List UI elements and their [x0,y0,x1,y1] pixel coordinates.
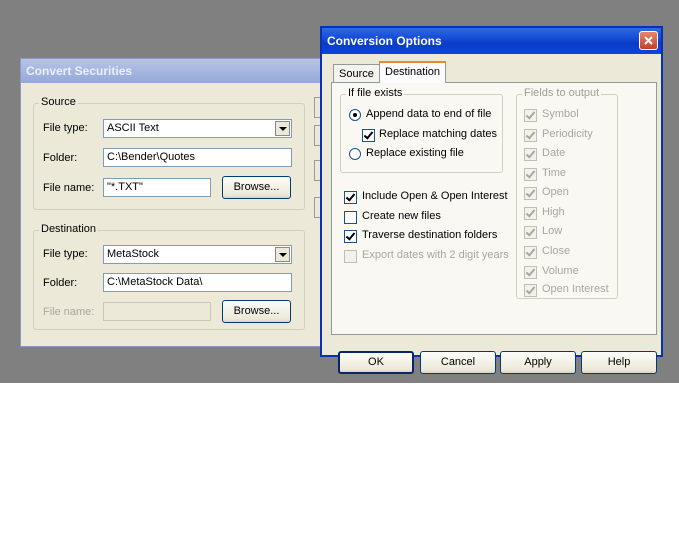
include-open-interest-checkbox[interactable] [344,191,357,204]
fields-to-output-group: Fields to output Symbol Periodicity Date… [516,87,618,299]
append-data-label[interactable]: Append data to end of file [366,108,491,120]
destination-group: Destination File type: MetaStock Folder:… [33,223,305,330]
convert-securities-client: Source File type: ASCII Text Folder: C:\… [24,85,322,343]
append-data-radio[interactable] [349,109,361,121]
source-file-name-input[interactable]: "*.TXT" [103,178,211,197]
destination-file-name-input [103,302,211,321]
field-open-checkbox [524,187,537,200]
source-file-type-select[interactable]: ASCII Text [103,119,292,138]
replace-matching-dates-checkbox[interactable] [362,129,375,142]
destination-tab-panel: If file exists Append data to end of fil… [331,82,657,335]
destination-browse-button[interactable]: Browse... [222,300,291,323]
apply-button[interactable]: Apply [500,351,576,374]
cancel-button[interactable]: Cancel [420,351,496,374]
ok-button[interactable]: OK [338,351,414,374]
create-new-files-label[interactable]: Create new files [362,210,441,222]
if-file-exists-group: If file exists Append data to end of fil… [340,87,503,173]
field-volume-checkbox [524,266,537,279]
export-2-digit-years-checkbox [344,250,357,263]
traverse-destination-folders-label[interactable]: Traverse destination folders [362,229,497,241]
field-symbol-checkbox [524,109,537,122]
chevron-down-icon[interactable] [275,247,290,262]
chevron-down-icon[interactable] [275,121,290,136]
destination-file-type-select[interactable]: MetaStock [103,245,292,264]
field-close-label: Close [542,245,571,257]
help-button[interactable]: Help [581,351,657,374]
destination-group-label: Destination [39,223,99,235]
convert-securities-window: Convert Securities Source File type: ASC… [20,58,326,347]
replace-matching-dates-label[interactable]: Replace matching dates [379,128,497,140]
field-volume-label: Volume [542,265,579,277]
fields-to-output-label: Fields to output [522,87,602,99]
replace-existing-file-label[interactable]: Replace existing file [366,147,464,159]
field-time-checkbox [524,168,537,181]
field-low-checkbox [524,226,537,239]
source-file-type-value: ASCII Text [107,122,159,134]
destination-file-type-label: File type: [43,248,88,260]
source-folder-label: Folder: [43,152,78,164]
conversion-options-window: Conversion Options Source Destination If… [320,26,663,374]
field-open-interest-label: Open Interest [542,283,609,295]
destination-folder-input[interactable]: C:\MetaStock Data\ [103,273,292,292]
replace-existing-file-radio[interactable] [349,148,361,160]
source-browse-button[interactable]: Browse... [222,176,291,199]
field-periodicity-checkbox [524,129,537,142]
field-high-label: High [542,206,565,218]
source-folder-input[interactable]: C:\Bender\Quotes [103,148,292,167]
source-group: Source File type: ASCII Text Folder: C:\… [33,96,305,210]
field-open-interest-checkbox [524,284,537,297]
tab-destination[interactable]: Destination [379,61,447,83]
destination-file-name-label: File name: [43,306,95,318]
field-high-checkbox [524,207,537,220]
source-file-name-label: File name: [43,182,95,194]
field-low-label: Low [542,225,563,237]
convert-securities-title[interactable]: Convert Securities [21,59,325,83]
field-periodicity-label: Periodicity [542,128,593,140]
source-file-type-label: File type: [43,122,88,134]
destination-file-type-value: MetaStock [107,248,159,260]
close-icon [644,36,653,45]
source-group-label: Source [39,96,78,108]
field-date-label: Date [542,147,566,159]
conversion-options-client: Source Destination If file exists Append… [325,55,658,374]
field-date-checkbox [524,148,537,161]
close-button[interactable] [639,31,658,50]
traverse-destination-folders-checkbox[interactable] [344,230,357,243]
conversion-options-title[interactable]: Conversion Options [322,28,661,54]
if-file-exists-label: If file exists [346,87,405,99]
create-new-files-checkbox[interactable] [344,211,357,224]
include-open-interest-label[interactable]: Include Open & Open Interest [362,190,508,202]
field-time-label: Time [542,167,567,179]
field-close-checkbox [524,246,537,259]
export-2-digit-years-label: Export dates with 2 digit years [362,249,509,261]
tab-source[interactable]: Source [333,64,380,83]
field-symbol-label: Symbol [542,108,579,120]
field-open-label: Open [542,186,569,198]
destination-folder-label: Folder: [43,277,78,289]
